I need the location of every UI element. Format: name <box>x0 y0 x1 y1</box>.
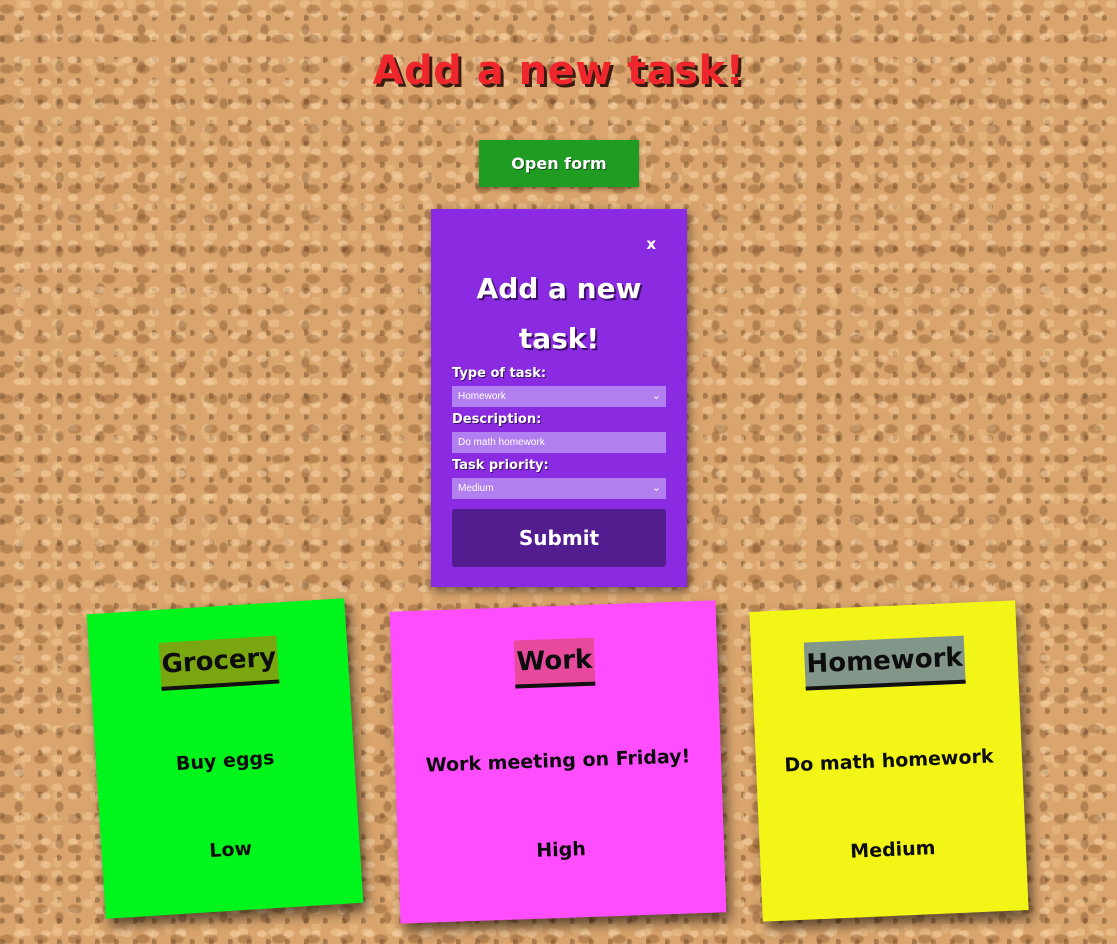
task-form-modal: x Add a new task! Type of task: Homework… <box>431 209 687 587</box>
description-value: Do math homework <box>458 437 545 448</box>
note-description: Do math homework <box>784 745 994 777</box>
note-type-label: Grocery <box>158 635 280 691</box>
type-of-task-value: Homework <box>458 391 506 402</box>
chevron-down-icon: ⌄ <box>651 482 661 494</box>
modal-title: Add a new task! <box>476 272 642 355</box>
task-note-homework[interactable]: Homework Do math homework Medium <box>749 600 1029 922</box>
submit-button[interactable]: Submit <box>452 509 666 567</box>
task-form: Type of task: Homework ⌄ Description: Do… <box>452 364 666 502</box>
task-note-grocery[interactable]: Grocery Buy eggs Low <box>86 598 364 919</box>
description-input[interactable]: Do math homework <box>452 432 666 453</box>
note-type-label: Work <box>513 637 596 689</box>
page-title: Add a new task! <box>372 48 745 94</box>
note-priority: Medium <box>849 837 936 863</box>
open-form-button[interactable]: Open form <box>479 140 639 187</box>
task-note-work[interactable]: Work Work meeting on Friday! High <box>389 600 727 924</box>
chevron-down-icon: ⌄ <box>651 390 661 402</box>
note-priority: High <box>535 838 587 862</box>
close-modal-button[interactable]: x <box>646 235 656 253</box>
note-description: Buy eggs <box>175 746 275 776</box>
note-type-label: Homework <box>803 635 966 691</box>
type-of-task-label: Type of task: <box>452 366 547 381</box>
task-priority-label: Task priority: <box>452 458 549 473</box>
description-label: Description: <box>452 412 542 427</box>
type-of-task-select[interactable]: Homework ⌄ <box>452 386 666 407</box>
task-priority-value: Medium <box>458 483 494 494</box>
note-description: Work meeting on Friday! <box>425 745 691 777</box>
note-priority: Low <box>208 837 253 863</box>
task-priority-select[interactable]: Medium ⌄ <box>452 478 666 499</box>
